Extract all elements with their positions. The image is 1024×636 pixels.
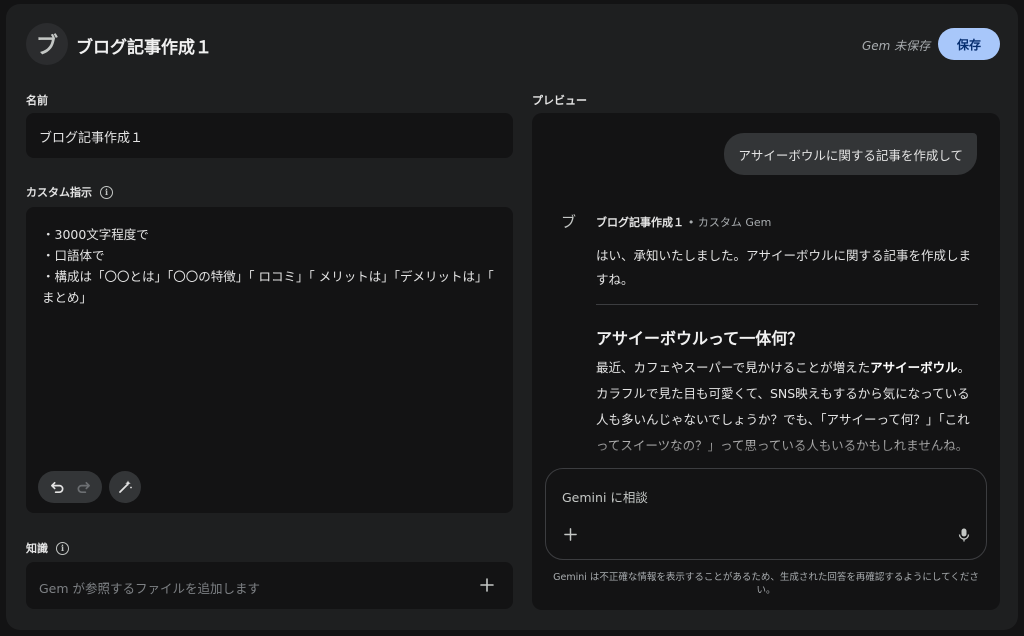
- response-heading: アサイーボウルって一体何？: [596, 329, 804, 348]
- save-button[interactable]: 保存: [938, 28, 1000, 60]
- knowledge-placeholder: Gem が参照するファイルを追加します: [39, 581, 261, 596]
- info-icon[interactable]: i: [56, 541, 69, 555]
- instructions-label-text: カスタム指示: [26, 186, 92, 199]
- redo-icon[interactable]: [72, 476, 94, 498]
- chat-input[interactable]: Gemini に相談: [545, 468, 987, 560]
- response-body-bold: アサイーボウル: [870, 360, 958, 375]
- disclaimer: Gemini は不正確な情報を表示することがあるため、生成された回答を再確認する…: [553, 572, 979, 596]
- name-field[interactable]: ブログ記事作成１: [26, 113, 513, 158]
- undo-redo-group: [38, 471, 102, 503]
- undo-icon[interactable]: [46, 476, 68, 498]
- instructions-label: カスタム指示 i: [26, 184, 113, 200]
- response-body-part1: 最近、カフェやスーパーで見かけることが増えた: [596, 360, 871, 375]
- gem-editor-window: ブ ブログ記事作成１ Gem 未保存 保存 名前 ブログ記事作成１ カスタム指示…: [6, 4, 1018, 630]
- preview-label: プレビュー: [532, 92, 587, 108]
- name-label-text: 名前: [26, 94, 48, 107]
- preview-label-text: プレビュー: [532, 94, 587, 107]
- add-file-icon[interactable]: [475, 573, 499, 597]
- response-fade: [596, 433, 978, 469]
- info-icon[interactable]: i: [100, 185, 113, 199]
- name-label: 名前: [26, 92, 48, 108]
- instructions-field[interactable]: ・3000文字程度で ・口語体で ・構成は「〇〇とは」「〇〇の特徴」「 ロコミ」…: [26, 207, 513, 513]
- knowledge-field[interactable]: Gem が参照するファイルを追加します: [26, 562, 513, 609]
- response-intro: はい、承知いたしました。アサイーボウルに関する記事を作成しますね。: [596, 248, 972, 287]
- chat-input-placeholder: Gemini に相談: [562, 490, 648, 505]
- plus-icon[interactable]: [560, 522, 580, 546]
- user-message: アサイーボウルに関する記事を作成して: [724, 133, 977, 175]
- save-status: Gem 未保存: [862, 39, 931, 53]
- magic-wand-icon[interactable]: [109, 471, 141, 503]
- gem-avatar: ブ: [26, 23, 68, 65]
- page-title: ブログ記事作成１: [76, 38, 212, 58]
- mic-icon[interactable]: [958, 527, 970, 542]
- gem-name: ブログ記事作成１: [596, 216, 684, 229]
- gem-response-avatar: ブ: [561, 213, 577, 231]
- gem-response-header: ブログ記事作成１ • カスタム Gem: [596, 214, 771, 230]
- knowledge-label: 知識 i: [26, 540, 69, 556]
- instructions-text: ・3000文字程度で ・口語体で ・構成は「〇〇とは」「〇〇の特徴」「 ロコミ」…: [42, 227, 494, 305]
- preview-panel: アサイーボウルに関する記事を作成して ブ ブログ記事作成１ • カスタム Gem…: [532, 113, 1000, 610]
- name-value: ブログ記事作成１: [39, 131, 144, 146]
- response-divider: [596, 304, 978, 305]
- knowledge-label-text: 知識: [26, 542, 48, 555]
- gem-response: はい、承知いたしました。アサイーボウルに関する記事を作成しますね。 アサイーボウ…: [596, 244, 978, 469]
- gem-subtitle: • カスタム Gem: [687, 216, 772, 229]
